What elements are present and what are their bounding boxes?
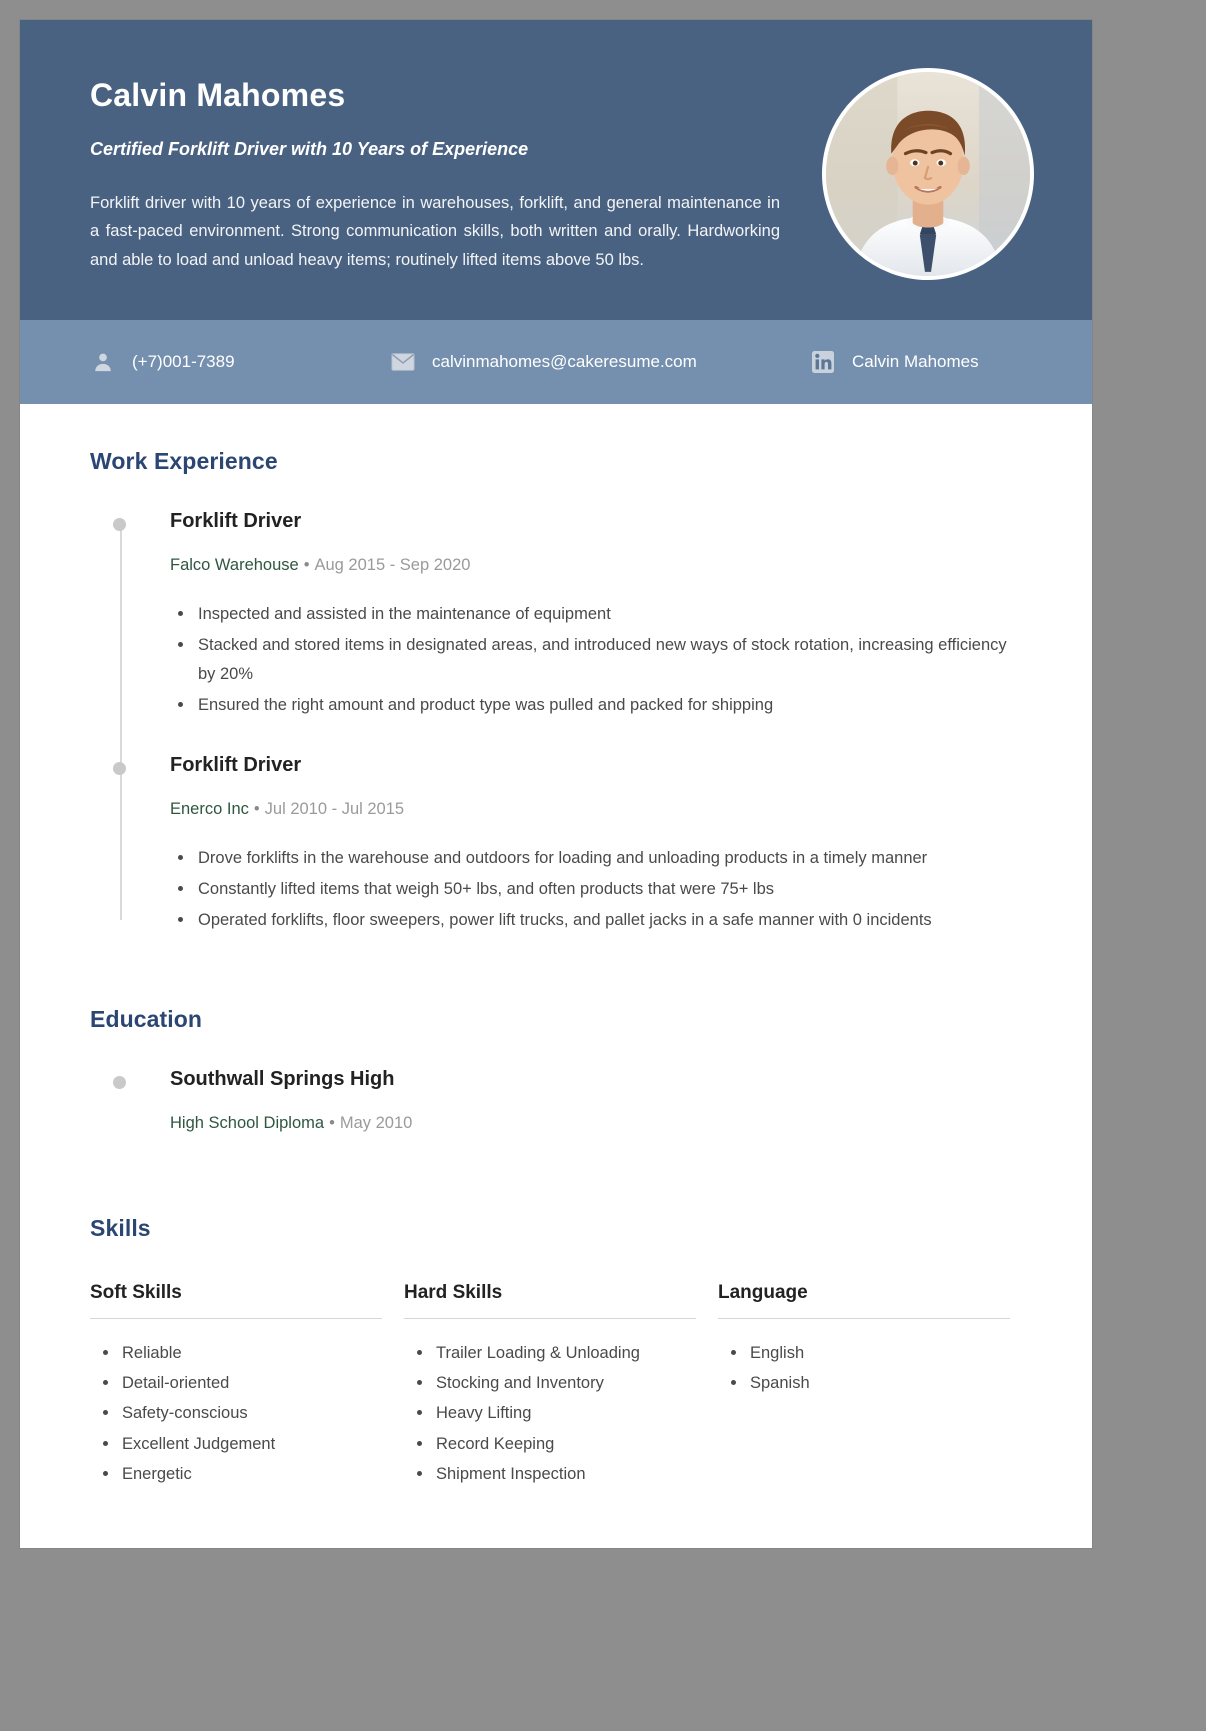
- education-entry-meta: High School Diploma • May 2010: [170, 1113, 1022, 1134]
- skill-list: English Spanish: [718, 1339, 1010, 1398]
- work-bullet: Constantly lifted items that weigh 50+ l…: [178, 875, 1022, 903]
- work-bullet: Ensured the right amount and product typ…: [178, 691, 1022, 719]
- skill-column-hard: Hard Skills Trailer Loading & Unloading …: [404, 1282, 696, 1491]
- education-timeline: Southwall Springs High High School Diplo…: [90, 1067, 1022, 1134]
- skill-column-heading: Soft Skills: [90, 1281, 182, 1303]
- profile-photo-illustration: [826, 72, 1030, 276]
- timeline-line: [120, 519, 122, 921]
- skill-item: Energetic: [103, 1460, 382, 1488]
- skill-item: Detail-oriented: [103, 1369, 382, 1397]
- education-dates: May 2010: [339, 1114, 413, 1133]
- work-entry-meta: Enerco Inc • Jul 2010 - Jul 2015: [170, 799, 1022, 820]
- avatar-wrapper: [822, 68, 1034, 280]
- section-education: Education Southwall Springs High High Sc…: [90, 1006, 1022, 1134]
- skill-item: Reliable: [103, 1339, 382, 1367]
- education-school: Southwall Springs High: [170, 1068, 395, 1091]
- work-job-title: Forklift Driver: [170, 510, 302, 532]
- work-bullet: Stacked and stored items in designated a…: [178, 631, 1022, 687]
- person-icon: [90, 349, 116, 375]
- section-work-experience: Work Experience Forklift Driver Falco Wa…: [90, 448, 1022, 934]
- header-text-block: Calvin Mahomes Certified Forklift Driver…: [90, 62, 780, 274]
- skill-column-language: Language English Spanish: [718, 1282, 1010, 1491]
- skill-item: Heavy Lifting: [417, 1399, 696, 1427]
- work-job-title: Forklift Driver: [170, 753, 302, 776]
- contact-item-phone[interactable]: (+7)001-7389: [90, 349, 390, 375]
- timeline-dot: [113, 518, 126, 531]
- timeline-dot: [113, 761, 126, 775]
- contact-bar: (+7)001-7389 calvinmahomes@cakeresume.co…: [20, 320, 1092, 404]
- contact-email-value: calvinmahomes@cakeresume.com: [432, 352, 697, 371]
- work-entry: Forklift Driver Falco Warehouse • Aug 2015…: [113, 509, 1022, 719]
- avatar: [822, 68, 1034, 280]
- skill-item: English: [731, 1339, 1010, 1367]
- section-title-education: Education: [90, 1006, 203, 1033]
- contact-linkedin-value: Calvin Mahomes: [852, 352, 979, 371]
- work-entry-meta: Falco Warehouse • Aug 2015 - Sep 2020: [170, 555, 1022, 576]
- timeline-dot: [113, 1076, 126, 1090]
- skill-item: Stocking and Inventory: [417, 1369, 696, 1397]
- skill-column-heading: Hard Skills: [404, 1281, 503, 1303]
- skill-item: Excellent Judgement: [103, 1430, 382, 1458]
- work-bullet: Drove forklifts in the warehouse and out…: [178, 844, 1022, 872]
- profile-summary: Forklift driver with 10 years of experie…: [90, 193, 780, 269]
- skill-item: Safety-conscious: [103, 1399, 382, 1427]
- skill-list: Reliable Detail-oriented Safety-consciou…: [90, 1339, 382, 1489]
- work-bullet: Operated forklifts, floor sweepers, powe…: [178, 906, 1022, 934]
- skill-item: Spanish: [731, 1369, 1010, 1397]
- section-skills: Skills Soft Skills Reliable Detail-orien…: [90, 1215, 1022, 1491]
- divider: [404, 1317, 696, 1319]
- education-degree: High School Diploma: [170, 1114, 325, 1133]
- section-title-skills: Skills: [90, 1214, 151, 1241]
- skill-column-heading: Language: [718, 1281, 808, 1303]
- work-organization: Enerco Inc: [170, 799, 249, 818]
- resume-header: Calvin Mahomes Certified Forklift Driver…: [20, 20, 1092, 320]
- skills-grid: Soft Skills Reliable Detail-oriented Saf…: [90, 1282, 1022, 1491]
- work-entry: Forklift Driver Enerco Inc • Jul 2010 - Ju…: [113, 753, 1022, 935]
- contact-item-email[interactable]: calvinmahomes@cakeresume.com: [390, 349, 810, 375]
- skill-list: Trailer Loading & Unloading Stocking and…: [404, 1339, 696, 1489]
- page-title: Calvin Mahomes: [90, 77, 346, 113]
- contact-item-linkedin[interactable]: Calvin Mahomes: [810, 349, 979, 375]
- work-organization: Falco Warehouse: [170, 556, 299, 574]
- resume-page: Calvin Mahomes Certified Forklift Driver…: [20, 20, 1092, 1548]
- meta-separator: •: [329, 1114, 335, 1133]
- work-dates: Aug 2015 - Sep 2020: [314, 556, 471, 574]
- meta-separator: •: [253, 799, 260, 818]
- professional-headline: Certified Forklift Driver with 10 Years …: [90, 139, 529, 160]
- skill-item: Trailer Loading & Unloading: [417, 1339, 696, 1367]
- section-title-work: Work Experience: [90, 448, 278, 474]
- work-dates: Jul 2010 - Jul 2015: [264, 799, 405, 818]
- work-timeline: Forklift Driver Falco Warehouse • Aug 2015…: [90, 509, 1022, 934]
- divider: [90, 1317, 382, 1319]
- skill-item: Record Keeping: [417, 1430, 696, 1458]
- resume-body: Work Experience Forklift Driver Falco Wa…: [20, 404, 1092, 1548]
- work-bullet-list: Inspected and assisted in the maintenanc…: [170, 600, 1022, 718]
- meta-separator: •: [303, 556, 310, 574]
- linkedin-icon: [810, 349, 836, 375]
- work-bullet: Inspected and assisted in the maintenanc…: [178, 600, 1022, 628]
- education-entry: Southwall Springs High High School Diplo…: [113, 1067, 1022, 1134]
- divider: [718, 1317, 1010, 1319]
- skill-item: Shipment Inspection: [417, 1460, 696, 1488]
- skill-column-soft: Soft Skills Reliable Detail-oriented Saf…: [90, 1282, 382, 1491]
- work-bullet-list: Drove forklifts in the warehouse and out…: [170, 844, 1022, 934]
- contact-phone-value: (+7)001-7389: [132, 352, 235, 371]
- envelope-icon: [390, 349, 416, 375]
